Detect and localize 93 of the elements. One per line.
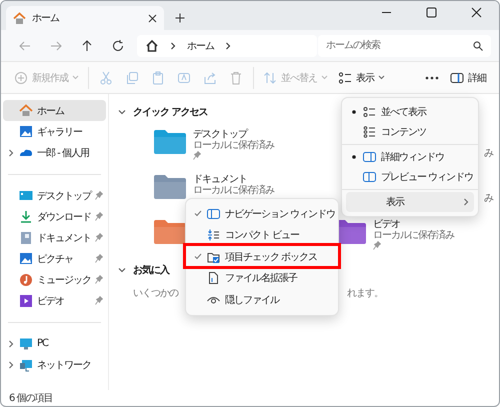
details-button[interactable]: 詳細 [445,66,491,90]
sidebar-item[interactable]: ダウンロード [3,206,106,227]
menu-item[interactable]: 表示 [346,192,474,212]
download-icon [19,210,33,224]
sidebar-item[interactable]: ミュージック [3,269,106,290]
refresh-icon[interactable] [110,38,124,52]
folder-checkbox-icon [207,250,220,263]
share-icon [203,70,217,84]
sort-icon [263,70,277,84]
close-icon[interactable] [148,14,157,22]
cut-icon [99,70,113,84]
menu-item[interactable]: プレビュー ウィンドウ [346,167,474,187]
details-pane-icon [450,70,464,84]
sidebar-item[interactable]: PC [3,333,106,354]
menu-item[interactable]: ナビゲーション ウィンドウ [190,203,334,224]
chevron-icon [169,40,177,50]
hint-text: いくつかの [133,287,178,300]
chevron-icon [224,40,232,50]
pane-icon [363,171,376,183]
menu-item[interactable]: 詳細ウィンドウ [346,147,474,167]
file-icon [207,272,220,284]
view-icon [338,70,352,84]
home-icon [145,39,159,52]
search-field[interactable]: ホームの検索 [318,34,491,56]
close-icon[interactable] [471,6,482,18]
rename-icon [177,70,191,84]
home-icon [13,12,26,24]
menu-item[interactable]: 並べて表示 [346,102,474,122]
list-icon [363,106,376,118]
caret-icon [72,75,79,80]
sidebar-item[interactable]: ギャラリー [3,121,106,142]
tile-name: ドキュメント [193,174,248,185]
menu-item[interactable]: 項目チェック ボックス [190,246,334,268]
menu-item[interactable]: 隠しファイル [190,289,334,310]
pin-icon [95,212,103,221]
sidebar-item[interactable]: ホーム [3,100,106,121]
tile-status: ローカルに保存済み [373,230,454,241]
menu-item[interactable]: コンテンツ [346,122,474,142]
sidebar-item[interactable]: ドキュメント [3,227,106,248]
pin-icon [95,296,103,305]
section-title: お気に入 [133,264,169,277]
pin-icon [95,275,103,284]
caret-icon [378,75,385,80]
tile-status: み [484,147,493,160]
monitor-icon [19,188,33,202]
tile-name: デスクトップ [193,129,249,140]
sidebar-item[interactable]: デスクトップ [3,185,106,206]
tile-name: ビデオ [373,219,401,230]
film-icon [19,294,33,308]
item-count: 6 個の項目 [9,392,53,405]
list-icon [363,126,376,138]
picture-icon [19,252,33,266]
pane-icon [207,208,220,220]
tile-status: ローカルに保存済み [193,140,274,151]
tile-status: ローカルに保存済み [193,185,274,196]
chevron-icon [7,360,15,370]
pin-icon [95,191,103,200]
music-icon [19,272,33,286]
search-icon[interactable] [473,40,483,50]
caret-icon [321,75,328,80]
hint-text: れます。 [347,287,383,300]
tab[interactable]: ホーム [6,6,164,30]
chevron-icon [462,197,470,207]
monitor-icon [19,336,33,350]
network-icon [19,358,33,372]
sidebar-item[interactable]: ネットワーク [3,354,106,375]
pin-icon [95,254,103,263]
menu-item[interactable]: コンパクト ビュー [190,224,334,246]
chevron-icon[interactable] [117,108,127,116]
pin-icon [95,233,103,242]
maximize-icon[interactable] [426,6,437,18]
sidebar-item[interactable]: ビデオ [3,290,106,311]
address-bar[interactable]: ホーム [137,34,317,56]
pane-icon [363,151,376,163]
plus-icon[interactable] [175,13,185,23]
document-icon [19,230,33,244]
picture-icon [19,124,33,138]
paste-icon [151,70,165,84]
section-title: クイック アクセス [133,106,208,119]
sidebar-item[interactable]: ピクチャ [3,248,106,269]
delete-icon [229,70,243,84]
chevron-icon[interactable] [117,266,127,274]
view-button[interactable]: 表示 [333,66,390,90]
tile-status: み [484,192,493,205]
copy-icon [125,70,139,84]
chevron-icon [7,148,15,158]
menu-item[interactable]: ファイル名拡張子 [190,268,334,289]
chevron-icon [7,338,15,348]
home-icon [19,104,33,118]
breadcrumb[interactable]: ホーム [187,38,214,52]
sidebar-item[interactable]: 一郎 - 個人用 [3,142,106,163]
compact-icon [207,229,220,242]
add-icon [14,70,28,84]
